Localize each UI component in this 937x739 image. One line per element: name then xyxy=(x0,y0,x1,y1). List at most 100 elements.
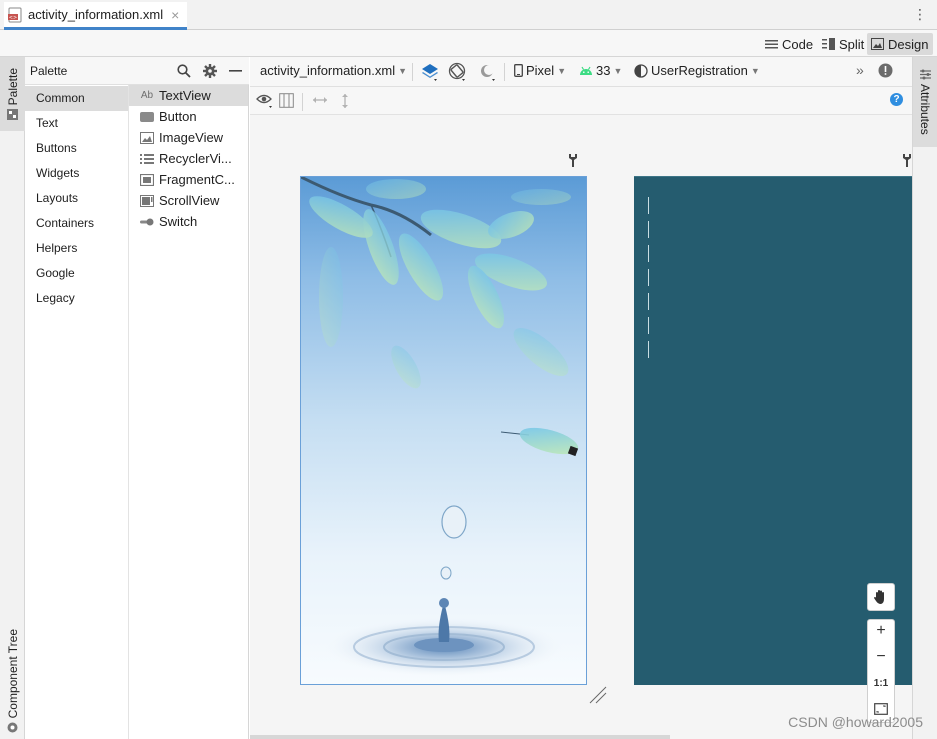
attributes-side-tab-label: Attributes xyxy=(918,84,932,135)
view-options-toolbar: ? xyxy=(250,87,912,115)
api-level-label: 33 xyxy=(596,63,611,78)
fragment-icon xyxy=(140,173,154,186)
blueprint-textview-outline[interactable] xyxy=(648,245,649,262)
design-mode-label: Design xyxy=(888,36,929,52)
resize-handle-icon[interactable] xyxy=(588,685,608,708)
palette-side-tab-label: Palette xyxy=(5,67,20,106)
palette-categories: Common Text Buttons Widgets Layouts Cont… xyxy=(25,85,129,739)
widget-label: Button xyxy=(159,109,197,124)
attributes-side-tab[interactable]: Attributes xyxy=(913,57,937,147)
palette-widgets: Ab TextView Button ImageView RecyclerVi.… xyxy=(129,85,249,739)
help-icon: ? xyxy=(890,93,903,106)
widget-textview[interactable]: Ab TextView xyxy=(129,85,248,106)
svg-text:<>: <> xyxy=(9,15,17,21)
toggle-guides-button[interactable] xyxy=(279,93,294,108)
device-label: Pixel xyxy=(526,63,555,78)
chevron-down-icon: ▼ xyxy=(557,65,567,76)
code-mode-button[interactable]: Code xyxy=(761,33,817,55)
design-mode-button[interactable]: Design xyxy=(867,33,933,55)
zoom-in-button[interactable]: + xyxy=(868,622,894,640)
orientation-button[interactable] xyxy=(448,62,468,82)
split-view-icon xyxy=(822,38,835,50)
wrench-icon[interactable] xyxy=(568,153,578,170)
zoom-out-button[interactable]: − xyxy=(868,648,894,666)
widget-recyclerview[interactable]: RecyclerVi... xyxy=(129,148,248,169)
widget-fragmentcontainer[interactable]: FragmentC... xyxy=(129,169,248,190)
design-toolbar: activity_information.xml ▼ Pixel ▼ 33 ▼ xyxy=(250,57,912,87)
eye-icon xyxy=(256,93,274,109)
night-mode-button[interactable] xyxy=(478,62,498,82)
right-tool-strip: Attributes xyxy=(912,57,937,739)
vertical-arrows-icon xyxy=(340,93,350,109)
blueprint-textview-outline[interactable] xyxy=(648,221,649,238)
blueprint-textview-outline[interactable] xyxy=(648,293,649,310)
vertical-size-button xyxy=(340,93,350,109)
help-button[interactable]: ? xyxy=(890,93,903,106)
overflow-icon[interactable]: » xyxy=(856,62,864,78)
component-tree-side-tab-label: Component Tree xyxy=(5,628,20,719)
widget-switch[interactable]: Switch xyxy=(129,211,248,232)
blueprint-textview-outline[interactable] xyxy=(648,317,649,334)
image-design-icon xyxy=(871,38,884,50)
widget-imageview[interactable]: ImageView xyxy=(129,127,248,148)
category-common[interactable]: Common xyxy=(25,86,128,111)
phone-icon xyxy=(514,64,523,77)
component-tree-side-tab[interactable]: Component Tree xyxy=(0,623,25,739)
palette-header: Palette xyxy=(25,57,249,85)
pan-button[interactable] xyxy=(867,583,895,611)
left-tool-strip: Palette Component Tree xyxy=(0,57,25,739)
blueprint-textview-outline[interactable] xyxy=(648,341,649,358)
watermark: CSDN @howard2005 xyxy=(788,714,923,730)
category-legacy[interactable]: Legacy xyxy=(25,286,128,311)
code-lines-icon xyxy=(765,39,778,50)
category-google[interactable]: Google xyxy=(25,261,128,286)
toolbar-divider xyxy=(412,63,413,81)
widget-scrollview[interactable]: ScrollView xyxy=(129,190,248,211)
blueprint-textview-outline[interactable] xyxy=(648,197,649,214)
category-widgets[interactable]: Widgets xyxy=(25,161,128,186)
widget-label: Switch xyxy=(159,214,198,229)
switch-icon xyxy=(140,218,154,226)
zoom-controls: + − 1:1 xyxy=(867,619,895,723)
minimize-icon[interactable] xyxy=(229,70,242,72)
chevron-down-icon: ▼ xyxy=(750,65,760,76)
design-surface-button[interactable] xyxy=(420,62,440,82)
palette-icon xyxy=(7,109,18,121)
editor-tab-bar: <> activity_information.xml × ⋮ xyxy=(0,0,937,30)
view-options-button[interactable] xyxy=(256,93,274,109)
more-options-icon[interactable]: ⋮ xyxy=(913,6,927,22)
design-canvas[interactable]: + − 1:1 xyxy=(250,115,914,739)
widget-label: ImageView xyxy=(159,130,224,145)
split-mode-button[interactable]: Split xyxy=(818,33,868,55)
attributes-icon xyxy=(919,69,931,80)
file-select-dropdown[interactable]: activity_information.xml ▼ xyxy=(260,63,407,78)
device-dropdown[interactable]: Pixel ▼ xyxy=(514,63,566,78)
design-preview-screen[interactable] xyxy=(300,176,587,685)
view-mode-bar: Code Split Design xyxy=(0,30,937,57)
api-level-dropdown[interactable]: 33 ▼ xyxy=(579,63,622,78)
widget-label: FragmentC... xyxy=(159,172,235,187)
horizontal-scrollbar[interactable] xyxy=(250,735,670,739)
category-text[interactable]: Text xyxy=(25,111,128,136)
palette-side-tab[interactable]: Palette xyxy=(0,57,25,131)
issues-button[interactable] xyxy=(878,63,893,78)
category-helpers[interactable]: Helpers xyxy=(25,236,128,261)
category-containers[interactable]: Containers xyxy=(25,211,128,236)
guides-icon xyxy=(279,93,294,108)
close-tab-icon[interactable]: × xyxy=(171,7,179,23)
code-mode-label: Code xyxy=(782,36,814,52)
gear-icon[interactable] xyxy=(203,64,217,78)
blueprint-textview-outline[interactable] xyxy=(648,269,649,286)
widget-button[interactable]: Button xyxy=(129,106,248,127)
tab-label: activity_information.xml xyxy=(28,7,164,22)
textview-icon: Ab xyxy=(140,90,154,101)
category-layouts[interactable]: Layouts xyxy=(25,186,128,211)
tab-activity-information[interactable]: <> activity_information.xml × xyxy=(4,2,188,30)
zoom-actual-size-button[interactable]: 1:1 xyxy=(868,678,894,689)
search-icon[interactable] xyxy=(177,64,191,78)
widget-label: RecyclerVi... xyxy=(159,151,232,166)
file-select-label: activity_information.xml xyxy=(260,63,396,78)
category-buttons[interactable]: Buttons xyxy=(25,136,128,161)
wrench-icon[interactable] xyxy=(902,153,912,170)
theme-dropdown[interactable]: UserRegistration ▼ xyxy=(634,63,760,78)
